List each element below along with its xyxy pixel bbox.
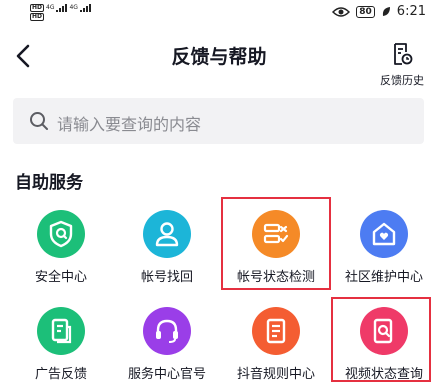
service-icon-bg	[252, 210, 300, 258]
service-rules-center[interactable]: 抖音规则中心	[221, 307, 331, 384]
service-label: 服务中心官号	[127, 367, 206, 382]
leaf-icon	[382, 6, 390, 16]
service-label: 安全中心	[34, 270, 87, 285]
service-label: 社区维护中心	[344, 270, 423, 285]
signal-label: 4G	[69, 4, 78, 11]
signal-icon	[56, 3, 68, 12]
service-community-center[interactable]: 社区维护中心	[329, 210, 438, 300]
service-icon-bg	[360, 307, 408, 355]
signal-icon	[79, 3, 91, 12]
service-icon-bg	[37, 307, 85, 355]
status-bar: HD 4G 4G HD 80 6:21	[0, 0, 438, 26]
service-label: 帐号找回	[140, 270, 193, 285]
service-ad-feedback[interactable]: 广告反馈	[6, 307, 116, 384]
video-search-icon	[373, 318, 393, 344]
service-icon-bg	[252, 307, 300, 355]
service-security-center[interactable]: 安全中心	[6, 210, 116, 300]
shield-icon	[49, 220, 73, 248]
rules-icon	[266, 318, 286, 344]
feedback-history-button[interactable]: 反馈历史	[370, 42, 434, 88]
service-label: 广告反馈	[34, 367, 87, 382]
service-icon-bg	[37, 210, 85, 258]
network-status: HD 4G 4G HD	[30, 3, 91, 21]
feedback-history-label: 反馈历史	[380, 74, 424, 87]
history-document-icon	[394, 43, 413, 65]
hd-badge: HD	[30, 3, 45, 12]
document-icon	[51, 318, 72, 344]
section-title: 自助服务	[15, 173, 83, 193]
search-icon	[30, 112, 48, 130]
service-icon-bg	[360, 210, 408, 258]
headset-icon	[156, 319, 178, 343]
service-icon-bg	[143, 307, 191, 355]
user-icon	[155, 222, 179, 247]
service-account-status-check[interactable]: 帐号状态检测	[221, 210, 331, 300]
signal-label: 4G	[46, 4, 55, 11]
service-official-account[interactable]: 服务中心官号	[112, 307, 222, 384]
clock: 6:21	[396, 4, 426, 19]
home-heart-icon	[372, 222, 396, 246]
hd-badge: HD	[30, 13, 45, 21]
checklist-icon	[263, 223, 289, 244]
search-placeholder: 请输入要查询的内容	[57, 115, 202, 134]
search-input[interactable]: 请输入要查询的内容	[13, 98, 424, 144]
service-video-status-query[interactable]: 视频状态查询	[329, 307, 438, 384]
service-account-recovery[interactable]: 帐号找回	[112, 210, 222, 300]
service-label: 抖音规则中心	[236, 367, 315, 382]
service-label: 帐号状态检测	[236, 270, 315, 285]
eye-icon	[332, 6, 351, 17]
battery-icon: 80	[356, 5, 375, 18]
service-label: 视频状态查询	[344, 367, 423, 382]
service-icon-bg	[143, 210, 191, 258]
